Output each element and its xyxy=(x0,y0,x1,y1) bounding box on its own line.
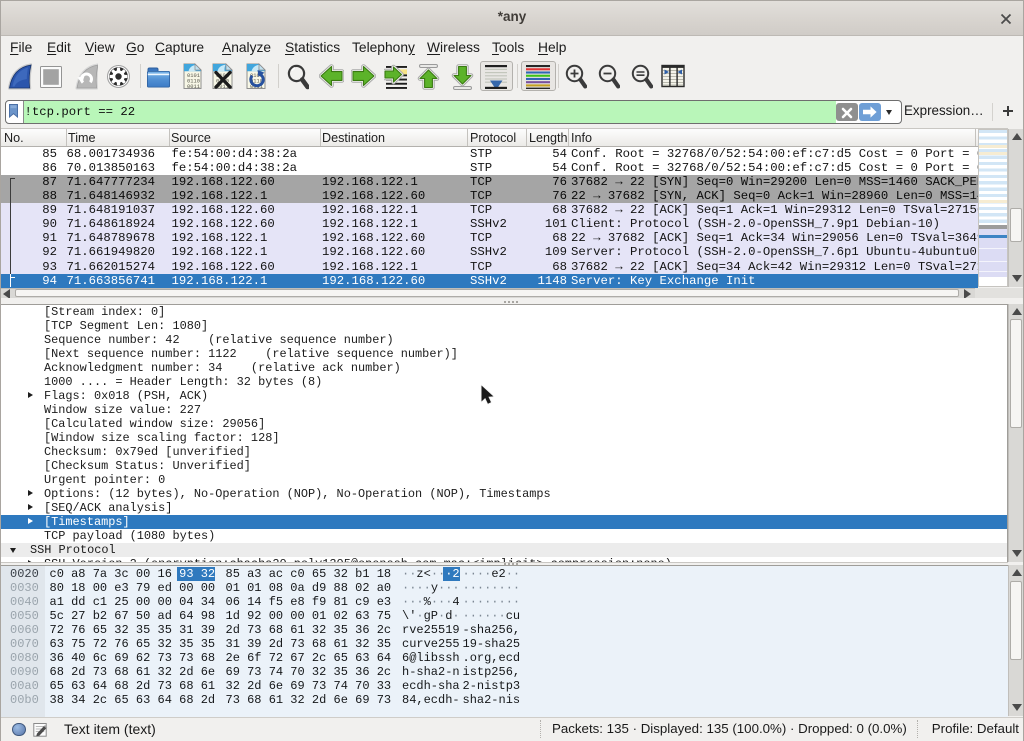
svg-text:0011: 0011 xyxy=(187,84,200,89)
